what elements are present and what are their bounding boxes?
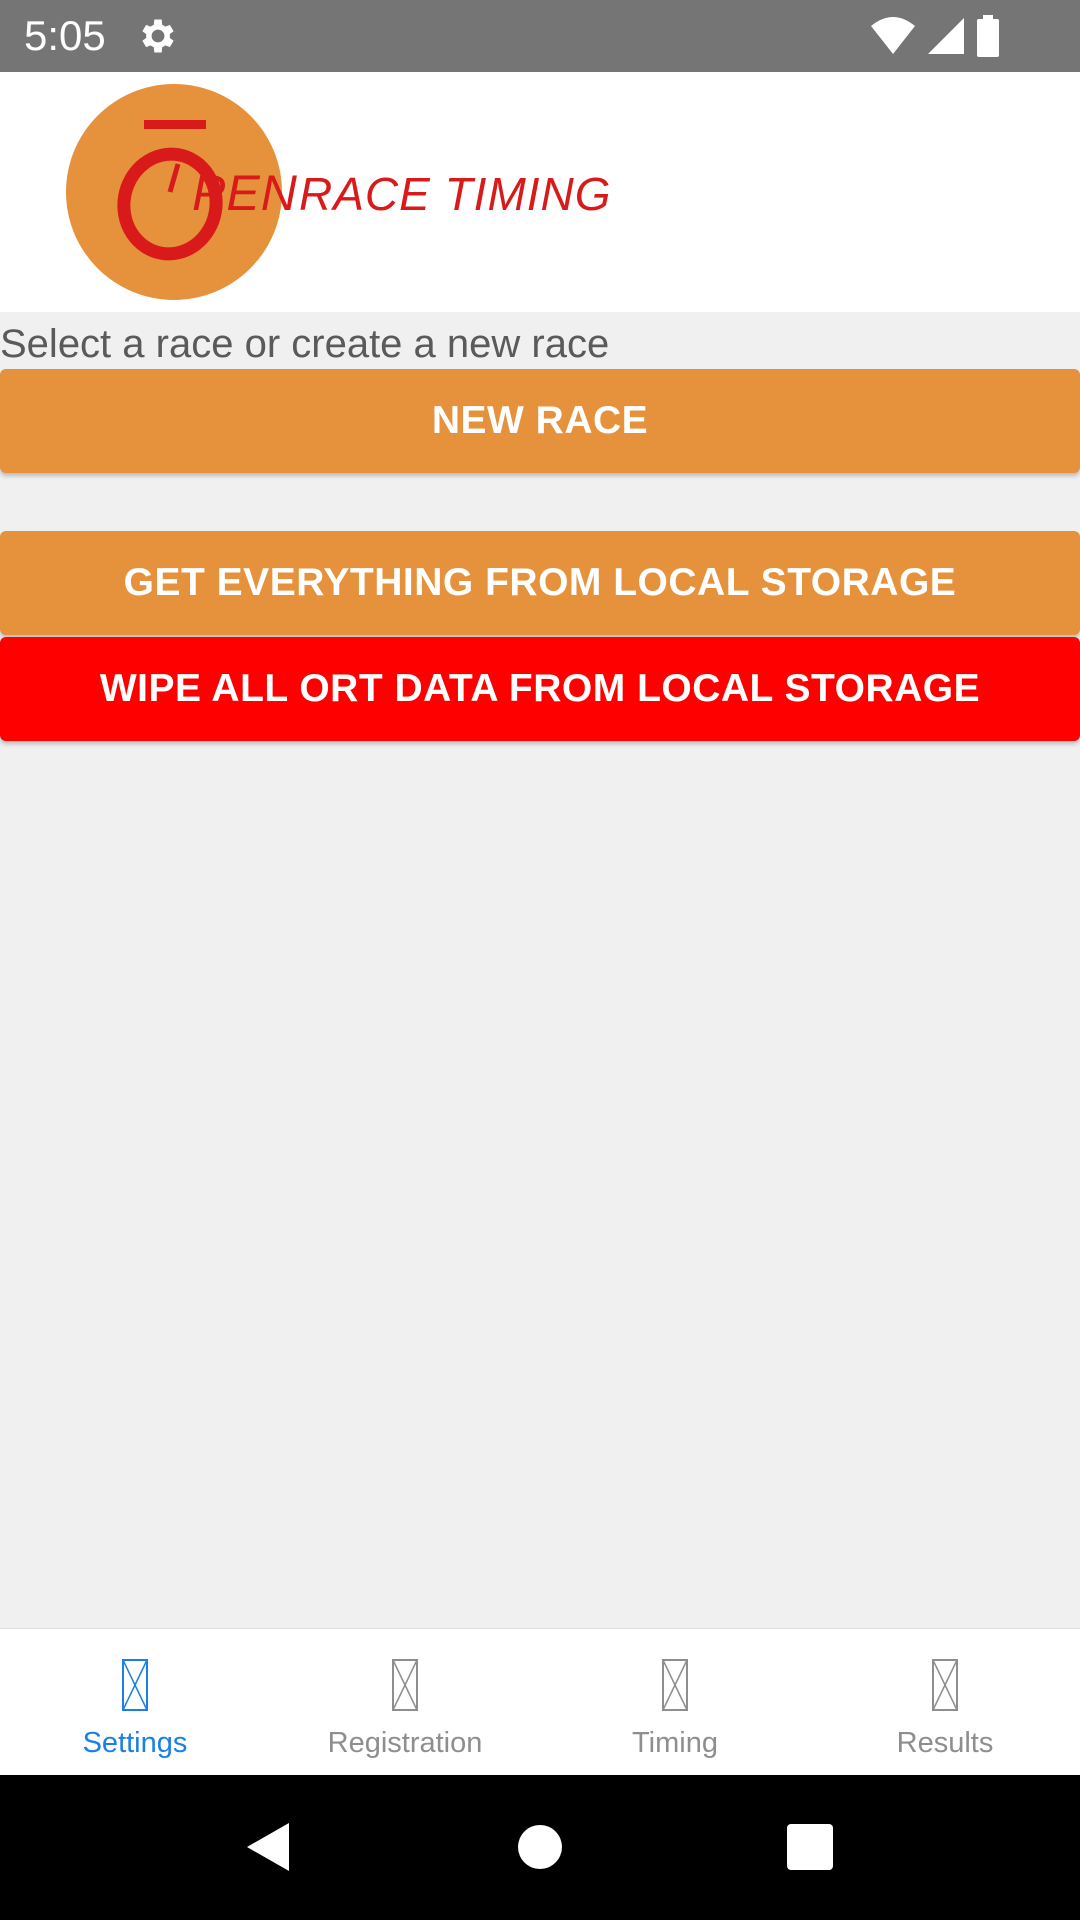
battery-icon: [977, 15, 999, 57]
status-time: 5:05: [24, 12, 106, 59]
tab-results[interactable]: Results: [810, 1629, 1080, 1776]
missing-glyph-icon: [662, 1659, 688, 1711]
tab-timing[interactable]: Timing: [540, 1629, 810, 1776]
system-nav-bar: [0, 1775, 1080, 1920]
missing-glyph-icon: [932, 1659, 958, 1711]
app-screen: 5:05 PEN RACE TIMING Select a race or cr…: [0, 0, 1080, 1920]
signal-icon: [928, 18, 964, 54]
status-icons: [870, 14, 1000, 58]
tab-label: Results: [896, 1727, 994, 1759]
wifi-icon: [871, 17, 915, 54]
tab-label: Settings: [82, 1727, 188, 1759]
wipe-local-storage-button[interactable]: WIPE ALL ORT DATA FROM LOCAL STORAGE: [0, 637, 1080, 741]
get-everything-from-local-storage-button[interactable]: GET EVERYTHING FROM LOCAL STORAGE: [0, 531, 1080, 635]
svg-text:PEN: PEN: [192, 165, 298, 221]
tab-label: Registration: [327, 1727, 483, 1759]
gear-icon: [142, 19, 174, 53]
open-race-timing-logo: PEN RACE TIMING: [66, 84, 612, 300]
svg-text:RACE TIMING: RACE TIMING: [299, 168, 612, 220]
tab-label: Timing: [632, 1727, 718, 1759]
back-icon[interactable]: [217, 1797, 317, 1897]
missing-glyph-icon: [122, 1659, 148, 1711]
status-bar: 5:05: [0, 0, 1080, 72]
bottom-tab-bar: Settings Registration Timing Results: [0, 1628, 1080, 1776]
tab-registration[interactable]: Registration: [270, 1629, 540, 1776]
tab-settings[interactable]: Settings: [0, 1629, 270, 1776]
app-header: PEN RACE TIMING: [0, 72, 1080, 312]
recents-icon[interactable]: [760, 1797, 860, 1897]
home-icon[interactable]: [490, 1797, 590, 1897]
missing-glyph-icon: [392, 1659, 418, 1711]
new-race-button[interactable]: NEW RACE: [0, 369, 1080, 473]
select-race-prompt: Select a race or create a new race: [0, 322, 610, 366]
